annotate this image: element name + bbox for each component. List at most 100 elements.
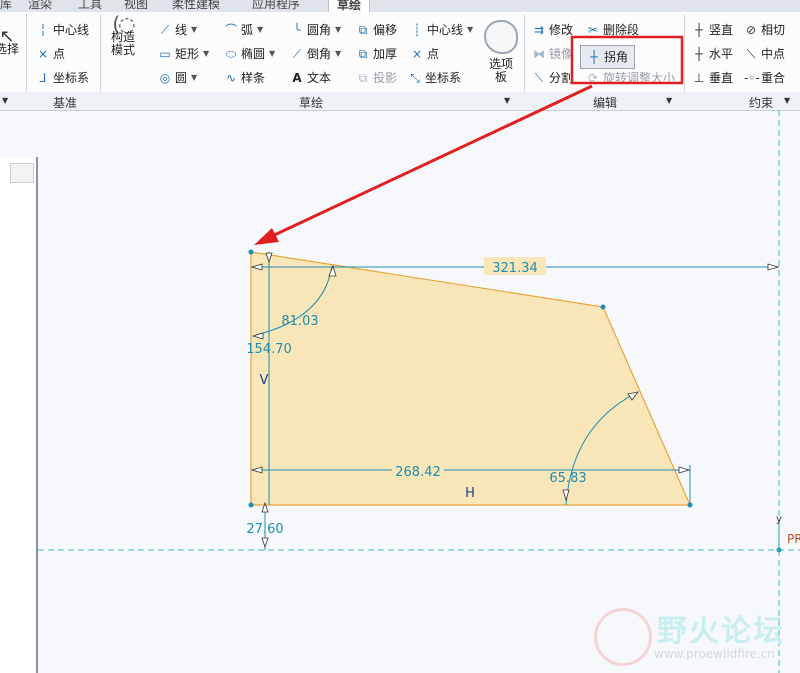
palette-button[interactable]: 选项 板 <box>484 20 518 84</box>
vertex-point[interactable] <box>600 304 606 310</box>
chevron-down-icon[interactable]: ▼ <box>203 44 209 64</box>
sketch-csys-button[interactable]: ⤡ 坐标系 <box>408 68 461 88</box>
arrowhead-icon <box>250 263 263 271</box>
group-label-datum: 基准 <box>52 96 77 110</box>
thicken-button[interactable]: ⧉ 加厚 <box>356 44 397 64</box>
rotate-resize-button[interactable]: ⟳ 旋转调整大小 <box>586 68 675 88</box>
centerline-icon: ╎ <box>39 23 47 37</box>
chevron-down-icon[interactable]: ▼ <box>467 20 473 40</box>
project-icon: ⧉ <box>358 71 368 85</box>
chevron-down-icon[interactable]: ▼ <box>191 20 197 40</box>
csys-icon: ⤡ <box>410 71 420 85</box>
offset-button[interactable]: ⧉ 偏移 <box>356 20 397 40</box>
csys-icon: ⅃ <box>39 71 47 85</box>
datum-point-button[interactable]: × 点 <box>36 44 65 64</box>
chevron-down-icon[interactable]: ▼ <box>335 20 341 40</box>
midpoint-constraint-button[interactable]: ⟍ 中点 <box>744 44 785 64</box>
chevron-down-icon[interactable]: ▼ <box>335 44 341 64</box>
chamfer-button[interactable]: ⟋ 倒角 ▼ <box>290 44 341 64</box>
datum-centerline-button[interactable]: ╎ 中心线 <box>36 20 89 40</box>
vertex-point[interactable] <box>248 502 254 508</box>
divide-button[interactable]: ⟍ 分割 <box>532 68 573 88</box>
dimension-label-bg <box>392 461 444 479</box>
chevron-down-icon[interactable]: ▼ <box>257 20 263 40</box>
sketch-point-button[interactable]: × 点 <box>410 44 439 64</box>
vertex-point[interactable] <box>248 249 254 255</box>
tab-view[interactable]: 视图 <box>124 0 148 11</box>
dimension-angle-right[interactable]: 65.83 <box>549 471 586 486</box>
text-button[interactable]: A 文本 <box>290 68 331 88</box>
fillet-icon: ╰ <box>293 23 301 37</box>
tangent-constraint-icon: ⊘ <box>745 23 757 37</box>
offset-icon: ⧉ <box>358 23 368 37</box>
spline-button[interactable]: ∿ 样条 <box>224 68 265 88</box>
model-tree-panel <box>0 157 38 673</box>
dimension-height[interactable]: 154.70 <box>246 342 292 357</box>
project-button[interactable]: ⧉ 投影 <box>356 68 397 88</box>
horizontal-constraint-button[interactable]: ┼ 水平 <box>692 44 733 64</box>
chevron-down-icon[interactable]: ▼ <box>191 68 197 88</box>
dimension-top-length[interactable]: 321.34 <box>492 261 538 276</box>
sketch-centerline-button[interactable]: ┊ 中心线 ▼ <box>410 20 473 40</box>
mirror-button[interactable]: ⧓ 镜像 <box>532 44 573 64</box>
tab-applications[interactable]: 应用程序 <box>252 0 300 11</box>
dimension-bottom-length[interactable]: 268.42 <box>395 465 441 480</box>
ellipse-icon: ⬭ <box>225 47 237 61</box>
divide-icon: ⟍ <box>534 71 544 85</box>
circle-button[interactable]: ◎ 圆 ▼ <box>158 68 197 88</box>
rectangle-button[interactable]: ▭ 矩形 ▼ <box>158 44 209 64</box>
horizontal-constraint-icon: ┼ <box>695 47 703 61</box>
arrowhead-icon <box>627 391 639 401</box>
coincident-constraint-button[interactable]: -◦- 重合 <box>744 68 785 88</box>
fillet-button[interactable]: ╰ 圆角 ▼ <box>290 20 341 40</box>
line-icon: ⟋ <box>160 23 170 37</box>
coincident-constraint-icon: -◦- <box>744 71 760 85</box>
ribbon-panel: ↖ 选择 ╎ 中心线 × 点 ⅃ 坐标系 (◌ 构造 模式 ⟋ 线 ▼ ⌒ 弧 ▼ ╰ 圆角 ▼ … <box>0 12 800 93</box>
tab-render[interactable]: 渲染 <box>28 0 52 11</box>
perpendicular-constraint-icon: ⊥ <box>693 71 705 85</box>
tab-tools[interactable]: 工具 <box>78 0 102 11</box>
tab-flexible-modeling[interactable]: 柔性建模 <box>172 0 220 11</box>
tab-sketch[interactable]: 草绘 <box>328 0 371 12</box>
rectangle-icon: ▭ <box>159 47 171 61</box>
chevron-down-icon[interactable]: ▼ <box>784 96 790 105</box>
chevron-down-icon[interactable]: ▼ <box>666 96 672 105</box>
modify-icon: ⇉ <box>533 23 545 37</box>
constraint-horizontal-marker[interactable]: H <box>465 486 475 501</box>
arrowhead-icon <box>261 501 269 513</box>
spline-icon: ∿ <box>225 71 237 85</box>
tab-library[interactable]: 库 <box>0 0 12 11</box>
datum-csys-button[interactable]: ⅃ 坐标系 <box>36 68 89 88</box>
group-label-edit: 编辑 <box>592 96 617 110</box>
chevron-down-icon[interactable]: ▼ <box>504 96 510 105</box>
midpoint-constraint-icon: ⟍ <box>746 47 756 61</box>
mirror-icon: ⧓ <box>533 47 545 61</box>
chevron-down-icon[interactable]: ▼ <box>269 44 275 64</box>
construction-mode-button[interactable]: (◌ 构造 模式 <box>106 14 140 57</box>
dimension-offset-vertical[interactable]: 27.60 <box>246 522 283 537</box>
chamfer-icon: ⟋ <box>292 47 302 61</box>
palette-icon <box>484 20 518 54</box>
chevron-down-icon[interactable]: ▼ <box>2 96 8 105</box>
perpendicular-constraint-button[interactable]: ⊥ 垂直 <box>692 68 733 88</box>
arrowhead-icon <box>261 537 269 549</box>
delete-segment-button[interactable]: ✂ 删除段 <box>586 20 639 40</box>
select-button[interactable]: ↖ 选择 <box>0 28 20 56</box>
arc-icon: ⌒ <box>224 23 237 37</box>
arc-button[interactable]: ⌒ 弧 ▼ <box>224 20 263 40</box>
vertex-point[interactable] <box>687 502 693 508</box>
panel-settings-icon[interactable] <box>10 163 34 183</box>
modify-button[interactable]: ⇉ 修改 <box>532 20 573 40</box>
sketch-profile[interactable] <box>250 251 691 506</box>
csys-y-label: y <box>776 514 782 525</box>
corner-button[interactable]: ┼ 拐角 <box>580 45 636 69</box>
line-button[interactable]: ⟋ 线 ▼ <box>158 20 197 40</box>
ellipse-button[interactable]: ⬭ 椭圆 ▼ <box>224 44 275 64</box>
tangent-constraint-button[interactable]: ⊘ 相切 <box>744 20 785 40</box>
constraint-vertical-marker[interactable]: V <box>260 373 269 388</box>
vertical-constraint-button[interactable]: ┼ 竖直 <box>692 20 733 40</box>
arrowhead-icon <box>767 263 780 271</box>
csys-origin <box>776 547 782 553</box>
delete-segment-icon: ✂ <box>587 23 599 37</box>
dimension-angle-top[interactable]: 81.03 <box>281 314 318 329</box>
